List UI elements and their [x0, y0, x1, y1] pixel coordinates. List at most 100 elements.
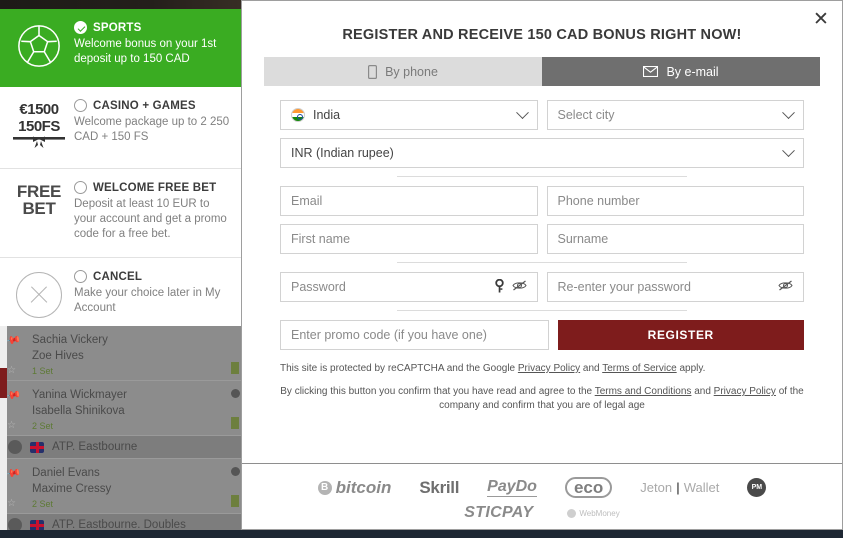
chevron-down-icon	[782, 105, 795, 119]
star-icon[interactable]: ☆	[7, 420, 16, 431]
bitcoin-coin-icon: B	[317, 480, 332, 495]
left-rail-indicator	[0, 368, 7, 398]
football-icon	[8, 21, 70, 75]
payment-webmoney-label: WebMoney	[579, 508, 620, 518]
event-meta: 1 Set	[32, 366, 54, 376]
eye-slash-icon[interactable]	[778, 280, 793, 294]
chevron-down-icon	[515, 105, 529, 119]
form-row-country-city: India Select city	[264, 100, 820, 130]
currency-select-value: INR (Indian rupee)	[291, 146, 394, 160]
terms-notice: By clicking this button you confirm that…	[264, 376, 820, 413]
bonus-desc-casino: Welcome package up to 2 250 CAD + 150 FS	[74, 116, 230, 143]
form-row-promo-submit: Enter promo code (if you have one) REGIS…	[264, 320, 820, 350]
bonus-desc-freebet: Deposit at least 10 EUR to your account …	[74, 198, 227, 240]
bonus-option-cancel[interactable]: CANCEL Make your choice later in My Acco…	[0, 258, 242, 326]
bonus-option-freebet-body: WELCOME FREE BET Deposit at least 10 EUR…	[70, 181, 232, 245]
country-select[interactable]: India	[280, 100, 538, 130]
live-dot-chip[interactable]	[231, 389, 240, 398]
city-select-value: Select city	[557, 108, 615, 122]
bonus-radio-sports[interactable]	[74, 21, 87, 34]
payment-jeton-wallet-logo: Jeton | Wallet	[640, 480, 720, 495]
payment-bitcoin-label: bitcoin	[335, 477, 392, 497]
registration-method-tabs: By phone By e-mail	[264, 57, 820, 86]
form-row-passwords: Password Re-enter your password	[264, 272, 820, 302]
india-flag-icon	[291, 108, 305, 122]
odds-chip[interactable]	[231, 362, 239, 374]
bonus-title-casino: CASINO + GAMES	[93, 99, 196, 112]
payment-methods-row-1: Bbitcoin Skrill PayDo eco Jeton | Wallet P…	[317, 477, 767, 498]
payment-paydo-logo: PayDo	[487, 478, 537, 497]
event-player-2: Isabella Shinikova	[32, 405, 125, 417]
tab-by-phone[interactable]: By phone	[264, 57, 542, 86]
list-item[interactable]: 📌 Sachia Vickery Zoe Hives ☆ 1 Set	[0, 326, 243, 381]
promo-code-placeholder: Enter promo code (if you have one)	[291, 328, 487, 342]
terms-prefix: By clicking this button you confirm that…	[280, 386, 595, 397]
webmoney-dot-icon	[567, 508, 577, 518]
email-field-placeholder: Email	[291, 194, 323, 208]
event-league-name: ATP. Eastbourne. Doubles	[52, 519, 186, 530]
email-field[interactable]: Email	[280, 186, 538, 216]
close-icon[interactable]: ✕	[808, 6, 834, 32]
payment-skrill-logo: Skrill	[419, 477, 460, 497]
payment-wallet-label: Wallet	[683, 480, 720, 495]
divider	[264, 176, 820, 177]
event-league-header[interactable]: ATP. Eastbourne. Doubles	[0, 514, 243, 530]
bonus-option-freebet[interactable]: FREE BET WELCOME FREE BET Deposit at lea…	[0, 169, 242, 258]
bonus-title-cancel: CANCEL	[93, 270, 143, 283]
bonus-radio-casino[interactable]	[74, 99, 87, 112]
key-icon[interactable]	[494, 278, 505, 296]
promo-code-field[interactable]: Enter promo code (if you have one)	[280, 320, 549, 350]
company-privacy-policy-link[interactable]: Privacy Policy	[714, 386, 776, 397]
surname-field[interactable]: Surname	[546, 224, 804, 254]
form-row-currency: INR (Indian rupee)	[264, 138, 820, 168]
live-dot-chip[interactable]	[231, 467, 240, 476]
register-button[interactable]: REGISTER	[557, 320, 804, 350]
bonus-option-sports[interactable]: SPORTS Welcome bonus on your 1st deposit…	[0, 9, 242, 87]
free-bet-icon: FREE BET	[8, 181, 70, 245]
list-item[interactable]: 📌 Yanina Wickmayer Isabella Shinikova ☆ …	[0, 381, 243, 436]
password-placeholder: Password	[291, 280, 346, 294]
bonus-radio-cancel[interactable]	[74, 270, 87, 283]
first-name-placeholder: First name	[291, 232, 351, 246]
star-icon[interactable]: ☆	[7, 365, 16, 376]
password-confirm-field[interactable]: Re-enter your password	[546, 272, 804, 302]
bonus-radio-freebet[interactable]	[74, 181, 87, 194]
gift-1500-150fs-icon: €1500 150FS	[8, 99, 70, 156]
screen-root: SPORTS Welcome bonus on your 1st deposit…	[0, 0, 843, 538]
terms-and-conditions-link[interactable]: Terms and Conditions	[595, 386, 692, 397]
registration-form: India Select city INR (Indian rupee) Ema…	[264, 86, 820, 423]
tab-by-phone-label: By phone	[385, 64, 438, 79]
first-name-field[interactable]: First name	[280, 224, 538, 254]
password-confirm-placeholder: Re-enter your password	[557, 280, 691, 294]
odds-chip[interactable]	[231, 417, 239, 429]
bonus-desc-sports: Welcome bonus on your 1st deposit up to …	[74, 38, 217, 65]
currency-select[interactable]: INR (Indian rupee)	[280, 138, 804, 168]
phone-field[interactable]: Phone number	[546, 186, 804, 216]
payment-methods: Bbitcoin Skrill PayDo eco Jeton | Wallet P…	[242, 464, 842, 529]
recaptcha-suffix: apply.	[676, 363, 706, 374]
event-league-header[interactable]: ATP. Eastbourne	[0, 436, 243, 459]
payment-bitcoin-logo: Bbitcoin	[317, 477, 392, 498]
payment-eco-logo: eco	[564, 477, 613, 498]
tennis-ball-icon	[8, 518, 22, 530]
bonus-option-casino[interactable]: €1500 150FS CASINO + GAMES Welcome packa…	[0, 87, 242, 169]
payment-jeton-label: Jeton	[640, 480, 673, 495]
city-select[interactable]: Select city	[546, 100, 804, 130]
star-icon[interactable]: ☆	[7, 498, 16, 509]
eye-slash-icon[interactable]	[511, 280, 527, 294]
odds-chip[interactable]	[231, 495, 239, 507]
flag-gb-icon	[30, 441, 44, 453]
page-title: REGISTER AND RECEIVE 150 CAD BONUS RIGHT…	[342, 27, 742, 43]
chevron-down-icon	[782, 143, 795, 157]
payment-methods-row-2: STICPAY WebMoney	[464, 504, 619, 522]
phone-field-placeholder: Phone number	[557, 194, 640, 208]
google-terms-of-service-link[interactable]: Terms of Service	[602, 363, 676, 374]
list-item[interactable]: 📌 Daniel Evans Maxime Cressy ☆ 2 Set	[0, 459, 243, 514]
event-player-2: Maxime Cressy	[32, 483, 112, 495]
event-meta: 2 Set	[32, 421, 54, 431]
bonus-option-sports-body: SPORTS Welcome bonus on your 1st deposit…	[70, 21, 232, 75]
google-privacy-policy-link[interactable]: Privacy Policy	[518, 363, 580, 374]
tab-by-email[interactable]: By e-mail	[542, 57, 820, 86]
password-field[interactable]: Password	[280, 272, 538, 302]
bonus-selection-panel: SPORTS Welcome bonus on your 1st deposit…	[0, 9, 243, 326]
